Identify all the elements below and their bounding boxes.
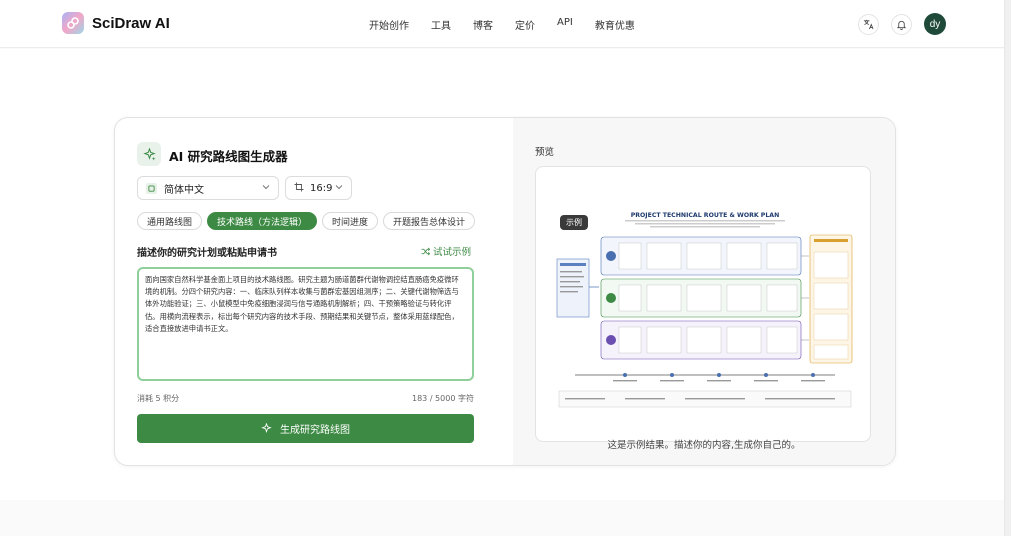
generate-button-label: 生成研究路线图: [280, 425, 350, 436]
notification-button[interactable]: [891, 14, 912, 35]
chevron-down-icon: [335, 183, 343, 194]
nav-item-api[interactable]: API: [557, 17, 573, 32]
preview-label: 预览: [535, 147, 555, 158]
try-example-label: 试试示例: [433, 247, 472, 258]
avatar[interactable]: dy: [924, 13, 946, 35]
aspect-ratio-value: 16:9: [310, 182, 333, 194]
tab-proposal-design[interactable]: 开题报告总体设计: [383, 212, 476, 230]
research-plan-input[interactable]: 面向国家自然科学基金面上项目的技术路线图。研究主题为肠道菌群代谢物调控结直肠癌免…: [137, 267, 474, 381]
aspect-ratio-select[interactable]: 16:9: [285, 176, 352, 200]
generate-button[interactable]: 生成研究路线图: [137, 414, 474, 443]
translate-button[interactable]: [858, 14, 879, 35]
language-icon: [146, 182, 157, 194]
main-nav: 开始创作 工具 博客 定价 API 教育优惠: [369, 17, 657, 32]
logo-icon: [62, 12, 84, 34]
example-roadmap-image: PROJECT TECHNICAL ROUTE & WORK PLAN: [555, 207, 855, 429]
preview-panel: 预览 PROJECT TECHNICAL ROUTE & WORK PLAN 示…: [513, 118, 895, 465]
credit-cost: 消耗 5 积分: [137, 394, 180, 403]
try-example-link[interactable]: 试试示例: [421, 244, 471, 258]
tab-technical-route[interactable]: 技术路线（方法逻辑）: [207, 212, 318, 230]
nav-item-create[interactable]: 开始创作: [369, 17, 409, 32]
logo[interactable]: SciDraw AI: [62, 12, 170, 34]
mode-tabs: 通用路线图 技术路线（方法逻辑） 时间进度 开题报告总体设计: [137, 212, 476, 230]
sparkle-icon: [137, 142, 161, 166]
sparkle-icon: [261, 423, 272, 433]
shuffle-icon: [421, 247, 430, 255]
nav-item-pricing[interactable]: 定价: [515, 17, 535, 32]
crop-icon: [294, 182, 304, 195]
app-name: SciDraw AI: [92, 14, 170, 32]
bell-icon: [896, 20, 907, 30]
prompt-label: 描述你的研究计划或粘贴申请书: [137, 248, 277, 259]
example-badge: 示例: [560, 215, 588, 230]
nav-item-education[interactable]: 教育优惠: [595, 17, 635, 32]
preview-frame: PROJECT TECHNICAL ROUTE & WORK PLAN 示例 这…: [535, 166, 871, 451]
page-title: AI 研究路线图生成器: [169, 149, 288, 164]
translate-icon: [863, 19, 874, 30]
language-value: 简体中文: [164, 184, 204, 196]
top-navbar: SciDraw AI 开始创作 工具 博客 定价 API 教育优惠 dy: [0, 0, 1011, 48]
tab-timeline[interactable]: 时间进度: [322, 212, 379, 230]
nav-item-tools[interactable]: 工具: [431, 17, 451, 32]
tab-general-roadmap[interactable]: 通用路线图: [137, 212, 203, 230]
generator-card: AI 研究路线图生成器 简体中文 16:9 通用路线图 技术路线（方法逻辑） 时…: [114, 117, 896, 466]
character-count: 183 / 5000 字符: [412, 394, 474, 403]
nav-item-blog[interactable]: 博客: [473, 17, 493, 32]
scrollbar[interactable]: [1004, 0, 1011, 536]
chevron-down-icon: [262, 183, 270, 194]
thumbnail-title: PROJECT TECHNICAL ROUTE & WORK PLAN: [631, 212, 780, 219]
preview-caption: 这是示例结果。描述你的内容,生成你自己的。: [607, 440, 801, 451]
language-select[interactable]: 简体中文: [137, 176, 279, 200]
